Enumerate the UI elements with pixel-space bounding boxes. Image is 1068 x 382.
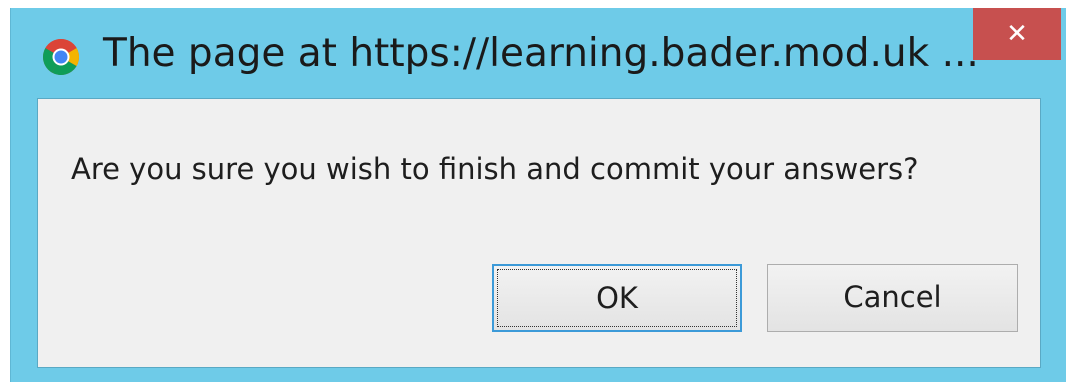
dialog-body: Are you sure you wish to finish and comm… xyxy=(37,98,1041,368)
dialog-window: The page at https://learning.bader.mod.u… xyxy=(10,8,1066,382)
cancel-button-label: Cancel xyxy=(843,280,942,314)
cancel-button[interactable]: Cancel xyxy=(767,264,1018,332)
title-bar[interactable]: The page at https://learning.bader.mod.u… xyxy=(11,8,1067,96)
ok-button-label: OK xyxy=(596,281,638,315)
dialog-message: Are you sure you wish to finish and comm… xyxy=(71,152,919,186)
close-icon: ✕ xyxy=(1006,19,1028,49)
close-button[interactable]: ✕ xyxy=(973,8,1061,60)
dialog-title: The page at https://learning.bader.mod.u… xyxy=(103,31,979,76)
ok-button[interactable]: OK xyxy=(492,264,742,332)
chrome-icon xyxy=(42,38,80,76)
